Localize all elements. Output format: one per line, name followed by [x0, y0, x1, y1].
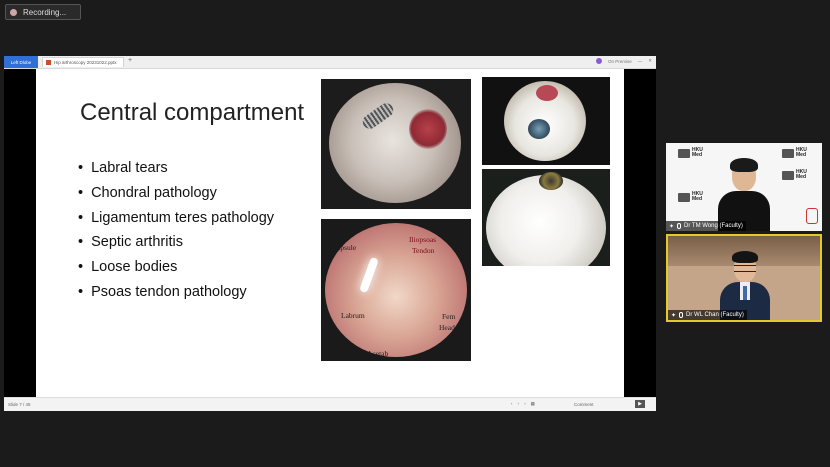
status-bar: Slide 7 / 45 ‹ › ▫ ▦ Comment ▶: [4, 397, 656, 411]
participant-video-2-active-speaker[interactable]: ✦ Dr WL Chan (Faculty): [666, 234, 822, 322]
university-emblem-icon: [806, 208, 818, 224]
bullet-item: Ligamentum teres pathology: [78, 206, 274, 231]
slide: Central compartment Labral tears Chondra…: [36, 69, 624, 397]
arthroscopy-image-probe: [321, 79, 471, 209]
arthroscopy-image-top-right: [482, 77, 610, 165]
on-premise-label: On Premise: [607, 58, 632, 64]
prev-icon[interactable]: ‹: [511, 401, 513, 407]
powerpoint-icon: [46, 60, 51, 65]
recording-indicator[interactable]: Recording...: [5, 4, 81, 20]
bullet-list: Labral tears Chondral pathology Ligament…: [78, 156, 274, 305]
arthroscopy-image-bottom-right: [482, 169, 610, 266]
label-tendon: Tendon: [412, 246, 435, 255]
hku-logo-icon: [678, 149, 690, 158]
bullet-item: Labral tears: [78, 156, 274, 181]
presentation-window: Left Dlobe Hip arthroscopy 20231022.pptx…: [4, 56, 656, 411]
participant-video-1[interactable]: HKU Med HKU Med HKU Med HKU Med ✦ Dr TM Wong…: [666, 143, 822, 231]
tab-title: Hip arthroscopy 20231022.pptx: [54, 60, 117, 65]
bullet-item: Septic arthritis: [78, 230, 274, 255]
participant-name: Dr TM Wong (Faculty): [684, 223, 743, 229]
next-icon[interactable]: ›: [518, 401, 520, 407]
logo-text: HKU Med: [692, 147, 703, 158]
label-capsule: Capsule: [332, 243, 357, 252]
new-tab-button[interactable]: +: [128, 57, 132, 64]
microphone-icon: [679, 312, 684, 318]
logo-text: HKU Med: [796, 169, 807, 180]
logo-text: HKU Med: [796, 147, 807, 158]
hku-logo-icon: [782, 149, 794, 158]
arthroscopy-image-labeled: Capsule Iliopsoas Tendon Labrum Fem Head…: [321, 219, 471, 361]
notes-icon[interactable]: ▫: [524, 401, 526, 407]
tab-bar-controls: On Premise — ✕: [595, 58, 652, 64]
left-app-button[interactable]: Left Dlobe: [4, 56, 38, 68]
pin-icon: ✦: [669, 223, 675, 230]
label-labrum: Labrum: [341, 311, 365, 320]
comment-button[interactable]: Comment: [574, 402, 594, 407]
slide-counter: Slide 7 / 45: [8, 402, 31, 407]
bullet-item: Chondral pathology: [78, 181, 274, 206]
hku-logo-icon: [678, 193, 690, 202]
bullet-item: Psoas tendon pathology: [78, 280, 274, 305]
label-fem: Fem: [442, 312, 456, 321]
grid-icon[interactable]: ▦: [531, 401, 535, 407]
minimize-icon[interactable]: —: [638, 59, 643, 64]
participant-name-bar: ✦ Dr TM Wong (Faculty): [666, 221, 746, 231]
play-button[interactable]: ▶: [635, 400, 645, 408]
tab-presentation[interactable]: Hip arthroscopy 20231022.pptx: [42, 57, 124, 67]
recording-label: Recording...: [23, 7, 67, 17]
participant-name: Dr WL Chan (Faculty): [686, 312, 744, 318]
label-iliopsoas: Iliopsoas: [409, 235, 437, 244]
mouse-cursor-icon: [487, 342, 492, 350]
slide-title: Central compartment: [80, 99, 305, 126]
participant-name-bar: ✦ Dr WL Chan (Faculty): [668, 310, 747, 320]
logo-text: HKU Med: [692, 191, 703, 202]
pin-icon: ✦: [671, 312, 677, 319]
label-head: Head: [439, 323, 455, 332]
hku-logo-icon: [782, 171, 794, 180]
avatar-icon[interactable]: [595, 58, 602, 64]
microphone-icon: [677, 223, 682, 229]
close-icon[interactable]: ✕: [648, 58, 652, 64]
bullet-item: Loose bodies: [78, 255, 274, 280]
slide-stage: Central compartment Labral tears Chondra…: [4, 69, 656, 397]
label-acetab: Acetab: [367, 349, 389, 358]
view-controls: ‹ › ▫ ▦: [511, 401, 535, 407]
browser-tab-bar: Left Dlobe Hip arthroscopy 20231022.pptx…: [4, 56, 656, 69]
recording-icon: [10, 8, 17, 16]
